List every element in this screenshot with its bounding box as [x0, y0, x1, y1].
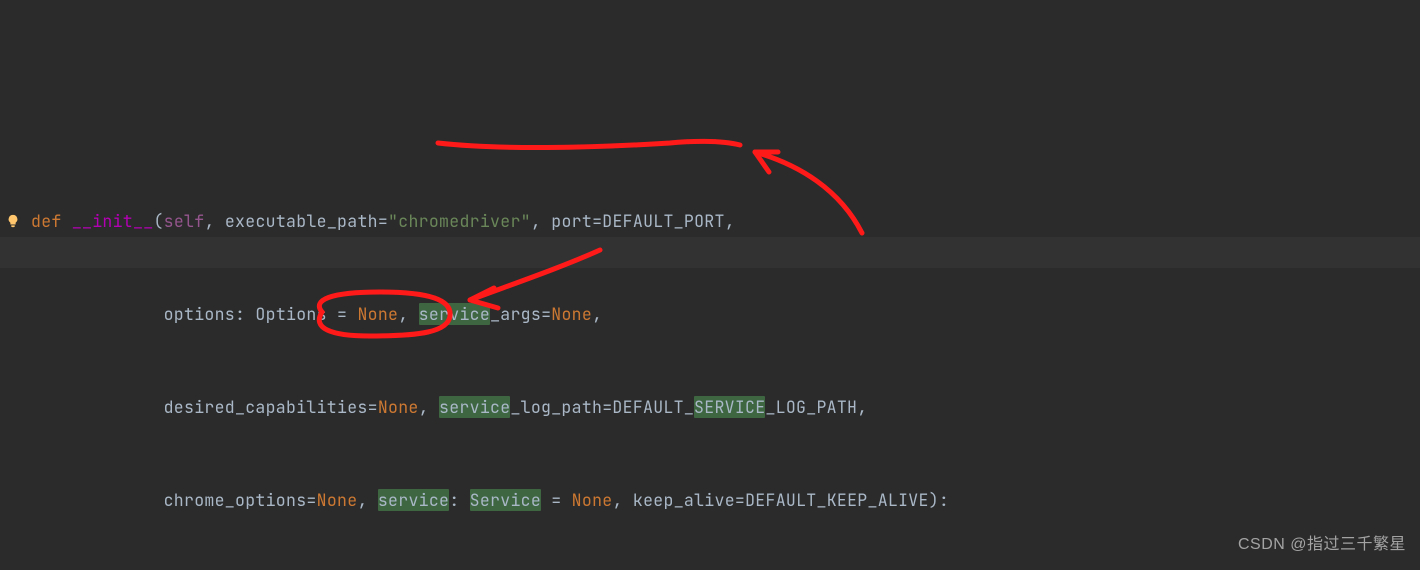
code-line: chrome_options=None, service: Service = …: [31, 485, 1420, 516]
code-line: def __init__(self, executable_path="chro…: [31, 206, 1420, 237]
watermark: CSDN @指过三千繁星: [1238, 529, 1406, 560]
code-editor[interactable]: def __init__(self, executable_path="chro…: [0, 0, 1420, 570]
lightbulb-icon: [6, 214, 20, 228]
code-line: options: Options = None, service_args=No…: [31, 299, 1420, 330]
code-line: desired_capabilities=None, service_log_p…: [31, 392, 1420, 423]
